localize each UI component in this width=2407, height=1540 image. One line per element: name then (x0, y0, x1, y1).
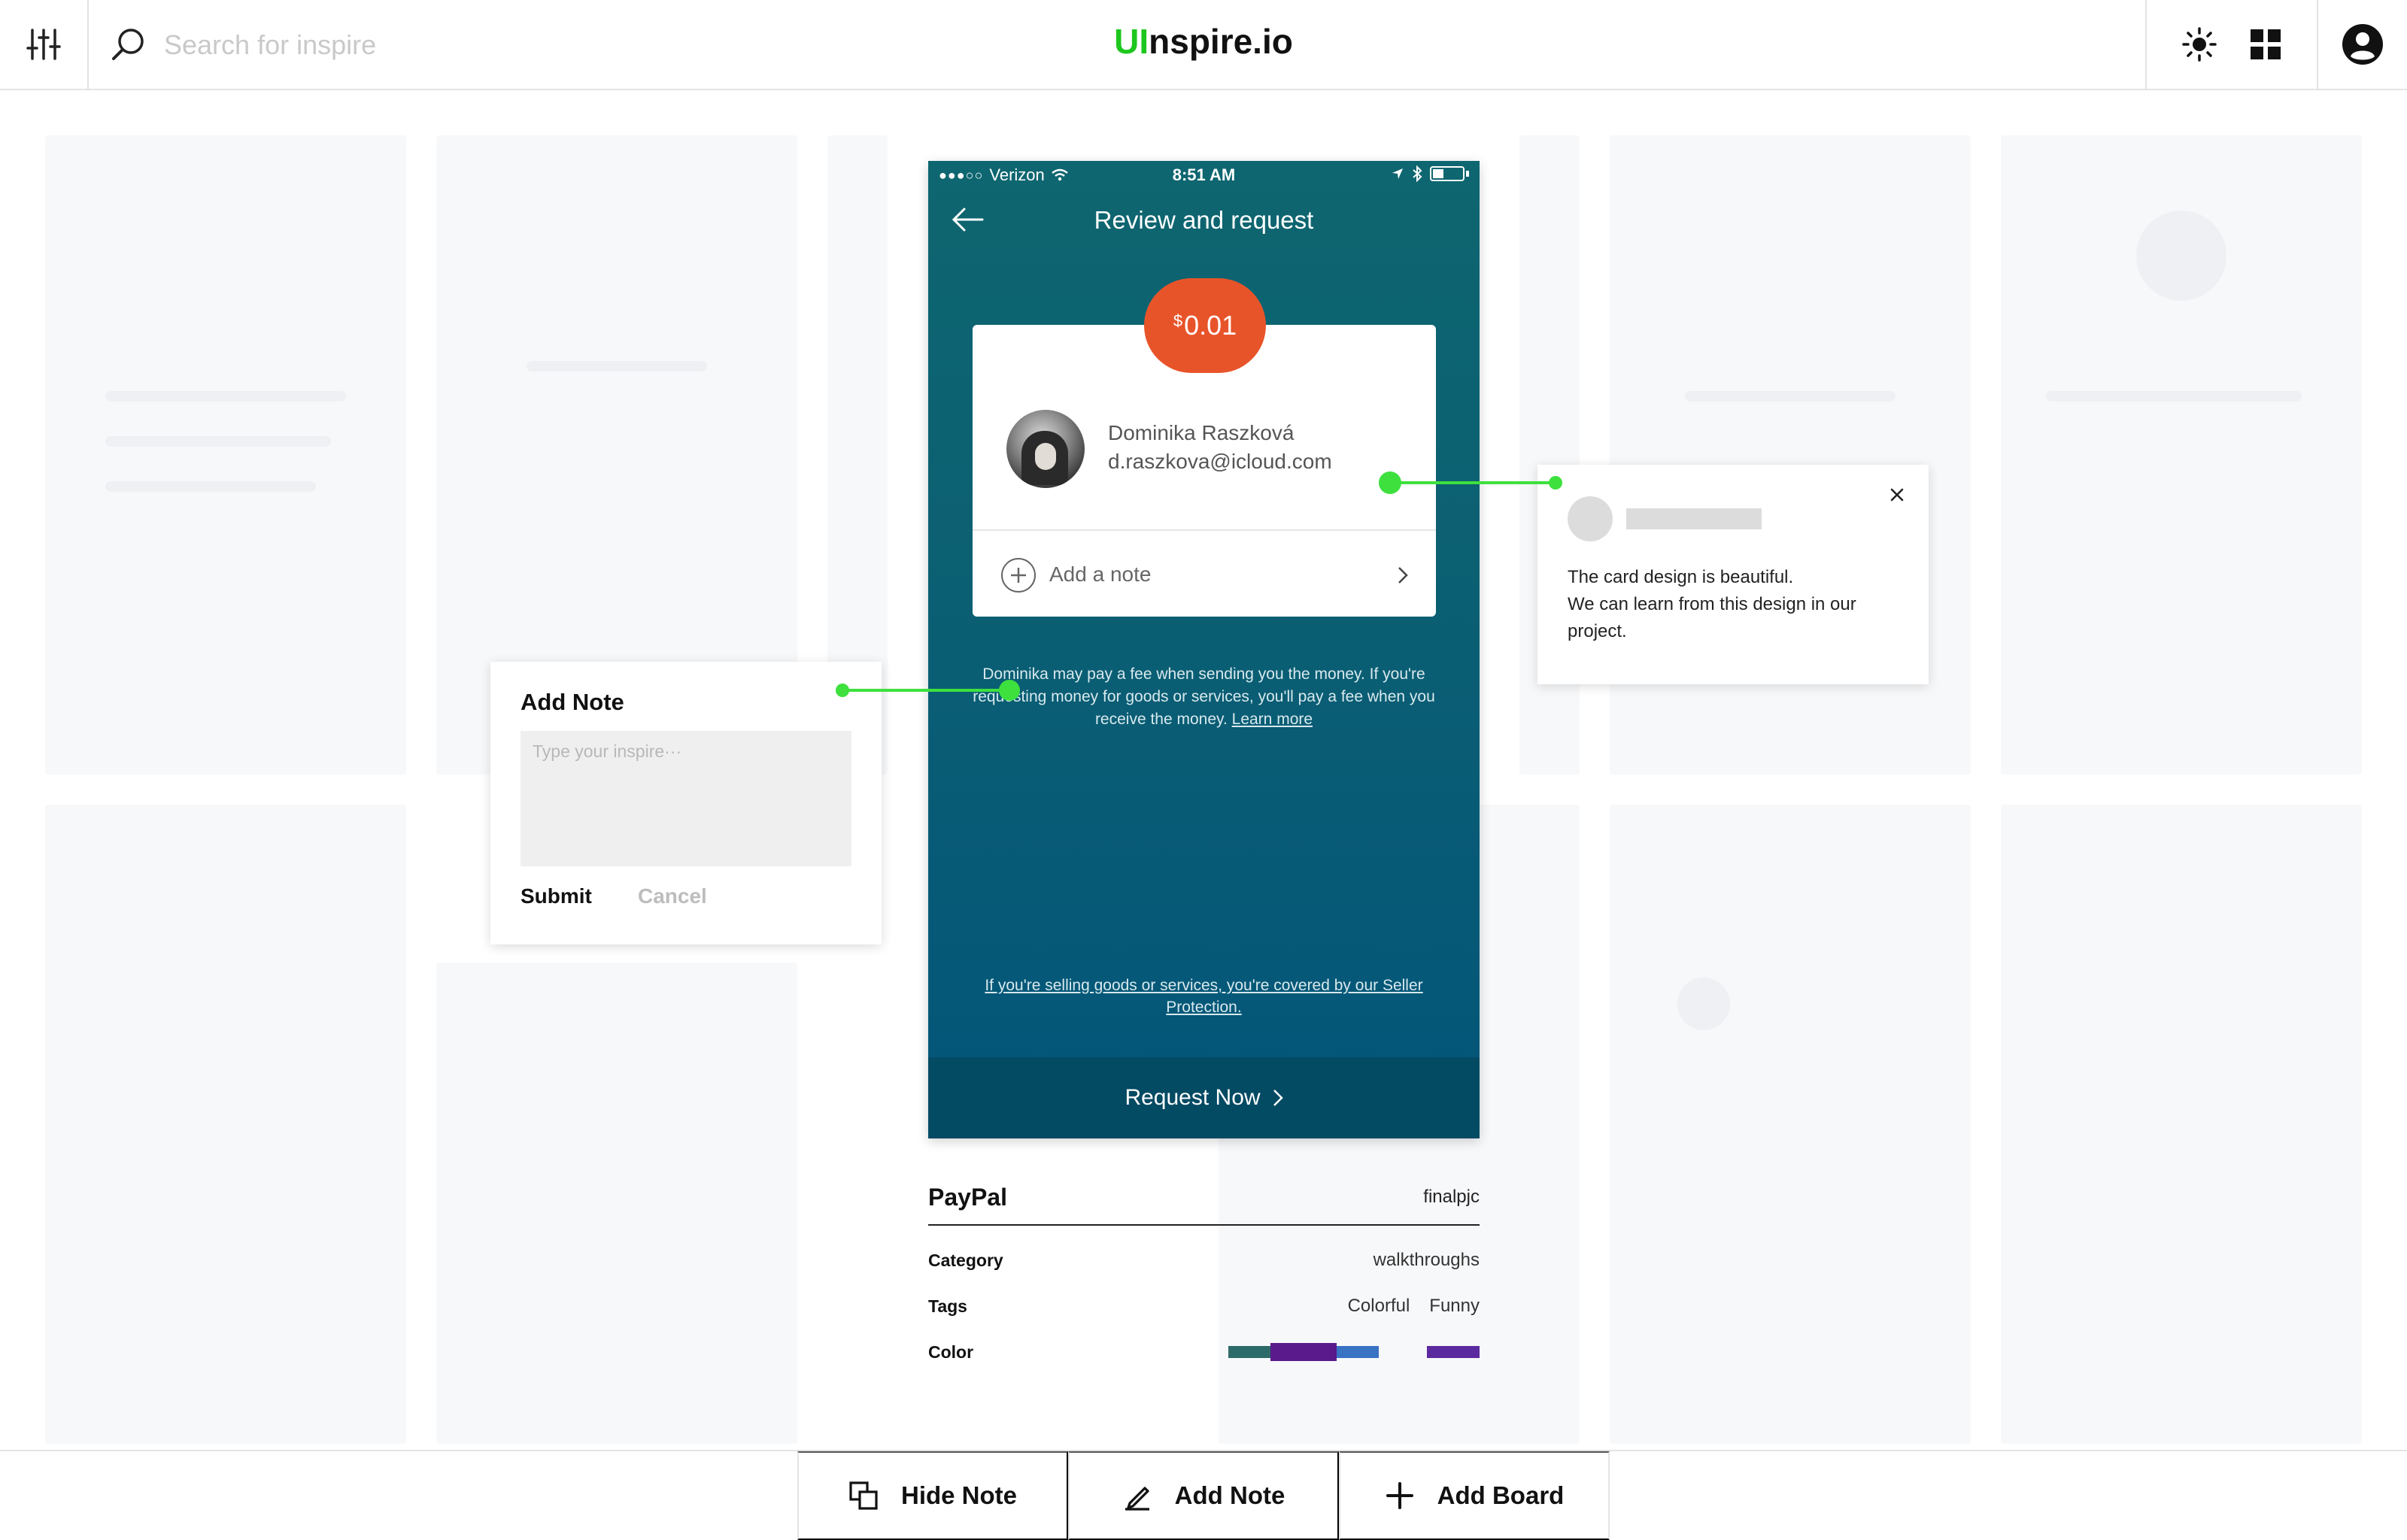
gallery-card[interactable] (436, 962, 797, 1444)
grid-view-button[interactable] (2243, 0, 2288, 89)
details-header: PayPal finalpjc (928, 1176, 1480, 1226)
color-swatch[interactable] (1337, 1346, 1379, 1358)
recipient-email: d.raszkova@icloud.com (1108, 450, 1332, 473)
gallery-card[interactable] (2001, 135, 2362, 775)
amount-badge: $0.01 (1144, 278, 1266, 373)
hide-note-button[interactable]: Hide Note (797, 1451, 1068, 1540)
add-note-panel: Add Note Submit Cancel (490, 662, 882, 944)
fee-disclaimer: Dominika may pay a fee when sending you … (973, 665, 1435, 728)
phone-screenshot[interactable]: ●●●○○ Verizon 8:51 AM Review and request… (928, 161, 1480, 1138)
bottom-toolbar: Hide Note Add Note Add Board (0, 1450, 2407, 1540)
tags-row: Tags Colorful Funny (928, 1296, 1480, 1317)
account-button[interactable] (2336, 0, 2389, 89)
theme-toggle-button[interactable] (2177, 0, 2222, 89)
cancel-button[interactable]: Cancel (638, 884, 707, 908)
location-icon (1392, 168, 1403, 179)
add-note-title: Add Note (521, 689, 624, 715)
tag[interactable]: Funny (1429, 1296, 1480, 1317)
gallery-card[interactable] (2001, 805, 2362, 1444)
top-bar: UInspire.io (0, 0, 2407, 90)
divider (2145, 0, 2147, 89)
gallery-card[interactable] (45, 135, 406, 775)
category-value[interactable]: walkthroughs (1373, 1250, 1480, 1271)
app-name[interactable]: PayPal (928, 1184, 1007, 1211)
plus-circle-icon (1001, 558, 1036, 593)
avatar (1006, 410, 1085, 488)
tag[interactable]: Colorful (1348, 1296, 1410, 1317)
request-now-button[interactable]: Request Now (928, 1057, 1480, 1138)
gallery-card[interactable] (45, 805, 406, 1444)
close-icon (1890, 488, 1904, 502)
search-icon (112, 29, 144, 60)
status-bar: ●●●○○ Verizon 8:51 AM (928, 161, 1480, 188)
add-board-button[interactable]: Add Board (1339, 1451, 1610, 1540)
submit-button[interactable]: Submit (521, 884, 592, 908)
inspire-details: PayPal finalpjc Category walkthroughs Ta… (928, 1176, 1480, 1362)
gallery-card[interactable] (1610, 805, 1971, 1444)
search-input[interactable] (164, 26, 691, 65)
note-textarea[interactable] (521, 731, 851, 866)
color-swatch[interactable] (1228, 1346, 1273, 1358)
request-now-label: Request Now (1125, 1085, 1261, 1110)
avatar (1568, 496, 1613, 541)
plus-icon (1386, 1482, 1413, 1509)
color-row: Color (928, 1337, 1480, 1367)
chevron-right-icon (1398, 567, 1408, 584)
recipient-name: Dominika Raszková (1108, 421, 1295, 444)
add-a-note-row[interactable]: Add a note (973, 531, 1436, 617)
sliders-icon (26, 29, 61, 60)
filter-button[interactable] (0, 0, 89, 89)
divider (2317, 0, 2318, 89)
color-swatch[interactable] (1427, 1346, 1480, 1358)
learn-more-link[interactable]: Learn more (1232, 711, 1313, 728)
close-button[interactable] (1882, 480, 1912, 510)
category-row: Category walkthroughs (928, 1250, 1480, 1271)
user-icon (2342, 24, 2383, 65)
bluetooth-icon (1413, 165, 1422, 182)
battery-icon (1430, 166, 1465, 181)
chevron-right-icon (1273, 1090, 1283, 1106)
screen-title: Review and request (1094, 206, 1314, 234)
add-note-button[interactable]: Add Note (1068, 1451, 1339, 1540)
comment-text: The card design is beautiful. We can lea… (1568, 567, 1856, 641)
hide-note-icon (849, 1481, 878, 1510)
pencil-icon (1125, 1487, 1149, 1511)
add-a-note-label: Add a note (1049, 562, 1152, 586)
grid-icon (2251, 29, 2281, 59)
note-comment-popup: The card design is beautiful. We can lea… (1537, 465, 1929, 684)
search-button[interactable] (105, 0, 150, 89)
author-name[interactable]: finalpjc (1423, 1187, 1480, 1208)
color-swatches (1228, 1343, 1480, 1361)
seller-protection-link[interactable]: If you're selling goods or services, you… (951, 975, 1457, 1018)
username-placeholder (1626, 508, 1762, 529)
color-swatch[interactable] (1270, 1343, 1337, 1361)
sun-icon (2182, 27, 2217, 62)
